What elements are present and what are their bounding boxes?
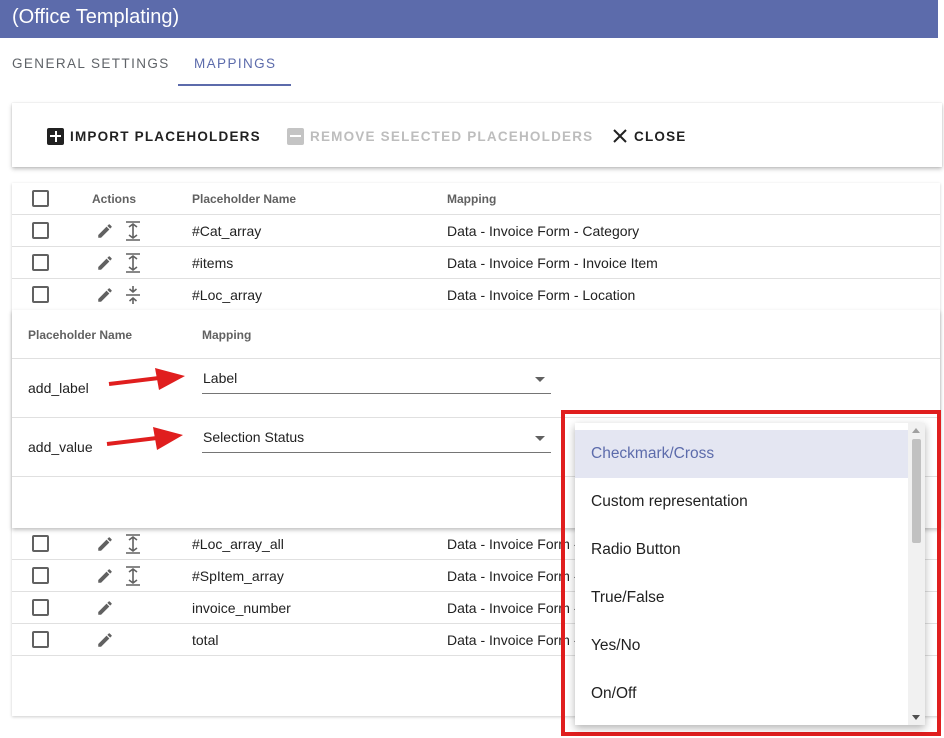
dropdown-option-checkmark-cross[interactable]: Checkmark/Cross xyxy=(575,430,908,478)
pencil-icon[interactable] xyxy=(96,567,114,585)
pencil-icon[interactable] xyxy=(96,254,114,272)
placeholder-name: total xyxy=(192,632,219,648)
label-mapping-select[interactable]: Label xyxy=(202,364,551,394)
tab-general-settings[interactable]: GENERAL SETTINGS xyxy=(12,56,170,71)
close-icon xyxy=(613,129,627,143)
value-mapping-value: Selection Status xyxy=(203,429,305,445)
scrollbar-thumb[interactable] xyxy=(912,439,921,543)
expand-icon[interactable] xyxy=(125,221,141,241)
table-header-row: Actions Placeholder Name Mapping xyxy=(12,183,940,215)
scroll-down-icon[interactable] xyxy=(912,715,920,720)
arrow-icon xyxy=(106,427,183,450)
label-mapping-value: Label xyxy=(203,370,238,386)
row-checkbox[interactable] xyxy=(32,631,49,648)
pencil-icon[interactable] xyxy=(96,599,114,617)
row-checkbox[interactable] xyxy=(32,535,49,552)
placeholder-name: #SpItem_array xyxy=(192,568,284,584)
mapping-value: Data - Invoice Form - xyxy=(447,632,579,648)
chevron-down-icon xyxy=(535,436,545,441)
close-label: CLOSE xyxy=(634,128,687,144)
placeholder-name: #Loc_array xyxy=(192,287,263,303)
expand-icon[interactable] xyxy=(125,566,141,586)
remove-selected-label: REMOVE SELECTED PLACEHOLDERS xyxy=(310,128,594,144)
import-placeholders-label: IMPORT PLACEHOLDERS xyxy=(70,128,261,144)
chevron-down-icon xyxy=(535,377,545,382)
selection-status-dropdown: Checkmark/Cross Custom representation Ra… xyxy=(575,423,925,725)
sub-placeholder-name: add_value xyxy=(28,439,93,455)
table-row: #Loc_array Data - Invoice Form - Locatio… xyxy=(12,279,940,311)
mappings-toolbar: IMPORT PLACEHOLDERS REMOVE SELECTED PLAC… xyxy=(12,103,942,167)
import-placeholders-button[interactable]: IMPORT PLACEHOLDERS xyxy=(47,125,261,147)
mapping-value: Data - Invoice Form - Category xyxy=(447,223,640,239)
dropdown-option-custom-representation[interactable]: Custom representation xyxy=(575,478,908,526)
collapse-icon[interactable] xyxy=(125,285,141,305)
dropdown-option-on-off[interactable]: On/Off xyxy=(575,670,908,718)
actions-header: Actions xyxy=(92,192,137,206)
app-title: (Office Templating) xyxy=(12,6,180,28)
row-checkbox[interactable] xyxy=(32,286,49,303)
pencil-icon[interactable] xyxy=(96,631,114,649)
placeholder-name-header: Placeholder Name xyxy=(192,192,297,206)
expand-icon[interactable] xyxy=(125,534,141,554)
dropdown-option-yes-no[interactable]: Yes/No xyxy=(575,622,908,670)
divider xyxy=(12,358,940,359)
dropdown-option-true-false[interactable]: True/False xyxy=(575,574,908,622)
plus-box-icon xyxy=(47,127,64,145)
tab-bar: GENERAL SETTINGS MAPPINGS xyxy=(0,40,944,88)
scroll-up-icon[interactable] xyxy=(912,428,920,433)
tab-active-indicator xyxy=(178,84,291,86)
row-checkbox[interactable] xyxy=(32,599,49,616)
placeholder-name: #items xyxy=(192,255,234,271)
pencil-icon[interactable] xyxy=(96,535,114,553)
app-title-bar: (Office Templating) xyxy=(0,0,938,38)
tab-mappings[interactable]: MAPPINGS xyxy=(194,56,276,71)
close-button[interactable]: CLOSE xyxy=(612,125,687,147)
select-all-checkbox[interactable] xyxy=(32,190,49,207)
mapping-header: Mapping xyxy=(447,192,497,206)
mapping-value: Data - Invoice Form - xyxy=(447,600,579,616)
placeholder-name: #Loc_array_all xyxy=(192,536,284,552)
arrow-icon xyxy=(108,368,185,390)
pencil-icon[interactable] xyxy=(96,222,114,240)
remove-selected-placeholders-button[interactable]: REMOVE SELECTED PLACEHOLDERS xyxy=(287,125,593,147)
expand-icon[interactable] xyxy=(125,253,141,273)
dropdown-option-radio-button[interactable]: Radio Button xyxy=(575,526,908,574)
pencil-icon[interactable] xyxy=(96,286,114,304)
table-row: #items Data - Invoice Form - Invoice Ite… xyxy=(12,247,940,279)
mapping-value: Data - Invoice Form - Location xyxy=(447,287,636,303)
mapping-value: Data - Invoice Form - Invoice Item xyxy=(447,255,658,271)
dropdown-scrollbar[interactable] xyxy=(908,423,925,725)
row-checkbox[interactable] xyxy=(32,254,49,271)
row-checkbox[interactable] xyxy=(32,222,49,239)
value-mapping-select[interactable]: Selection Status xyxy=(202,423,551,453)
sub-placeholder-name-header: Placeholder Name xyxy=(28,328,133,342)
sub-placeholder-name: add_label xyxy=(28,380,89,396)
placeholder-name: #Cat_array xyxy=(192,223,262,239)
minus-box-icon xyxy=(287,127,304,145)
placeholder-name: invoice_number xyxy=(192,600,291,616)
row-checkbox[interactable] xyxy=(32,567,49,584)
mapping-value: Data - Invoice Form - xyxy=(447,536,579,552)
mapping-value: Data - Invoice Form - xyxy=(447,568,579,584)
table-row: #Cat_array Data - Invoice Form - Categor… xyxy=(12,215,940,247)
sub-mapping-header: Mapping xyxy=(202,328,252,342)
